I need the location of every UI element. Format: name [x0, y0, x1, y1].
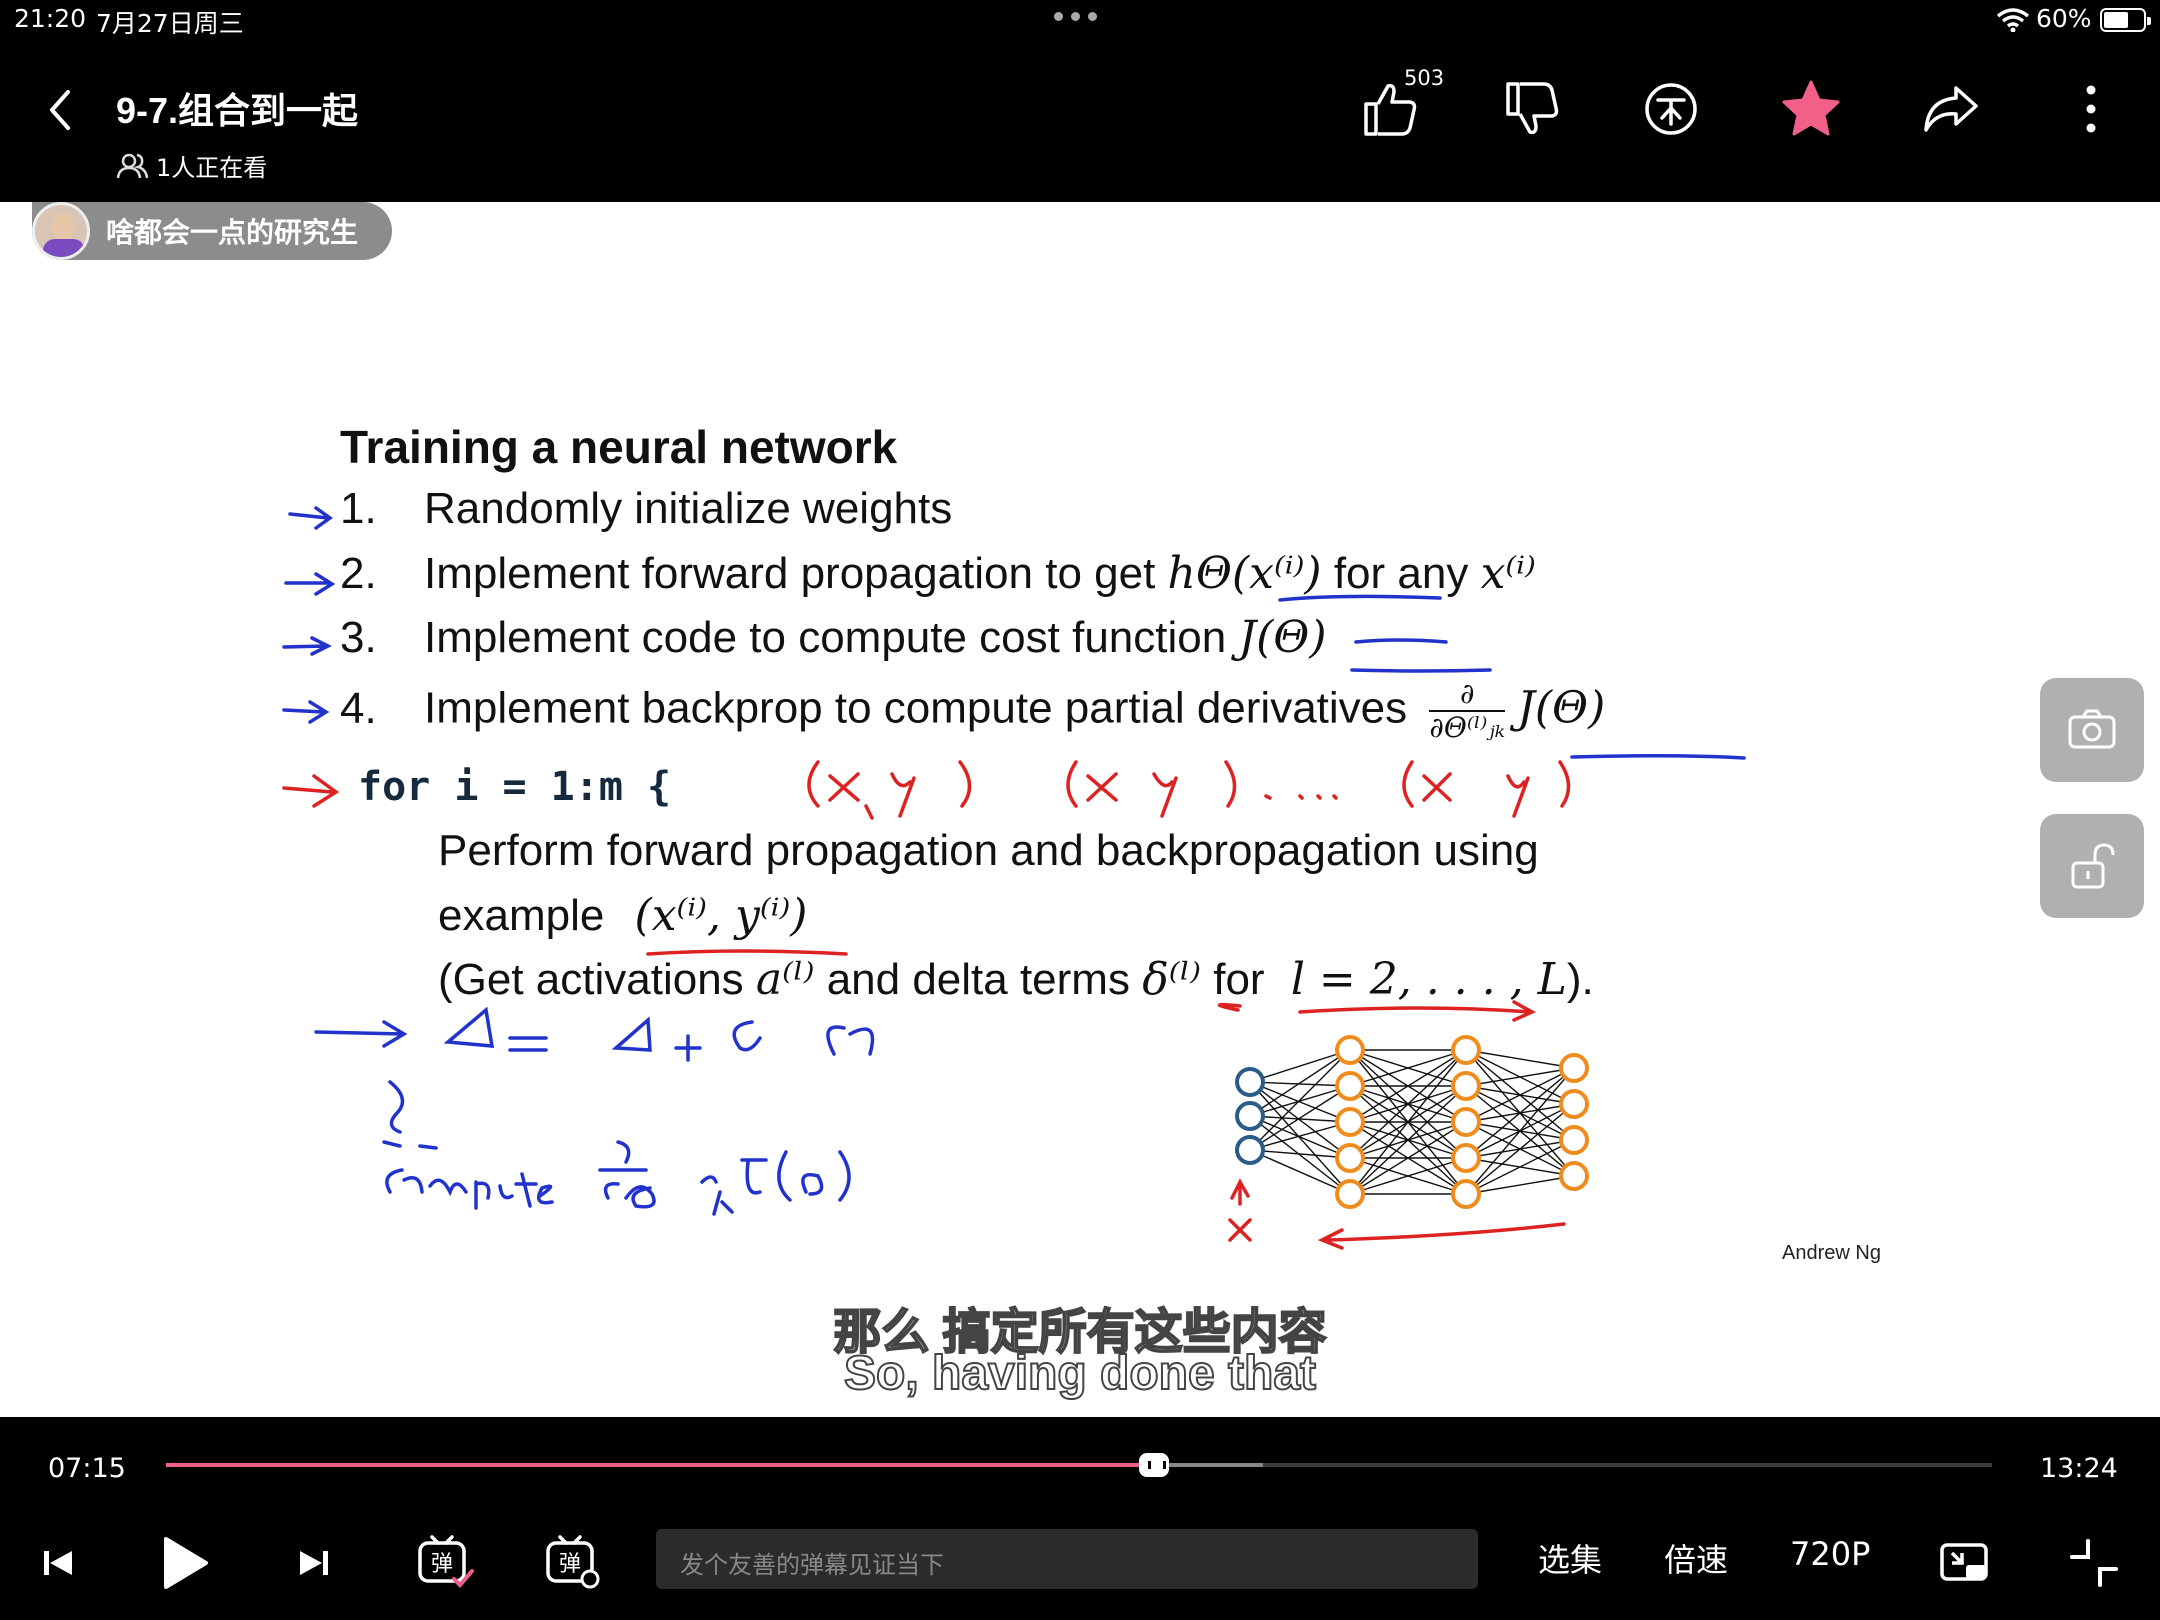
network-node: [1451, 1071, 1481, 1101]
network-node: [1335, 1107, 1365, 1137]
episodes-button[interactable]: 选集: [1538, 1535, 1602, 1581]
seek-bar[interactable]: [166, 1463, 1992, 1467]
camera-icon: [2068, 709, 2116, 749]
network-edge: [1465, 1067, 1575, 1087]
network-node: [1559, 1053, 1589, 1083]
network-edge: [1249, 1081, 1351, 1159]
play-icon[interactable]: [152, 1531, 216, 1595]
viewer-count: 1人正在看: [116, 148, 267, 183]
network-node: [1559, 1089, 1589, 1119]
network-edge: [1465, 1067, 1575, 1159]
played-bar: [166, 1463, 1154, 1467]
unlock-icon: [2071, 843, 2115, 889]
seek-handle[interactable]: [1138, 1453, 1169, 1477]
network-edge: [1465, 1049, 1575, 1069]
total-time: 13:24: [2040, 1453, 2118, 1484]
subtitle-english: So, having done that: [843, 1346, 1317, 1401]
network-edge: [1249, 1081, 1351, 1195]
network-node: [1451, 1107, 1481, 1137]
quality-button[interactable]: 720P: [1790, 1535, 1870, 1573]
network-edge: [1249, 1115, 1351, 1123]
next-icon[interactable]: [286, 1535, 342, 1591]
share-icon[interactable]: [1916, 74, 1986, 144]
network-edge: [1249, 1049, 1351, 1151]
screenshot-button[interactable]: [2040, 678, 2144, 782]
player-controls: 07:15 13:24 弹 弹 发个友善的弹幕见证当下 选集 倍速 720P: [0, 1417, 2160, 1620]
danmaku-settings-icon[interactable]: 弹: [542, 1531, 602, 1591]
dislike-icon[interactable]: [1498, 74, 1568, 144]
network-node: [1235, 1135, 1265, 1165]
network-edge: [1465, 1067, 1575, 1195]
coin-icon[interactable]: [1636, 74, 1706, 144]
back-icon[interactable]: [40, 80, 80, 140]
multitask-dots[interactable]: [1054, 12, 1097, 21]
wifi-icon: [1996, 8, 2030, 32]
handwritten-annotations: [282, 506, 1746, 1250]
network-edge: [1249, 1049, 1351, 1083]
network-node: [1335, 1179, 1365, 1209]
network-node: [1335, 1143, 1365, 1173]
status-bar: 21:20 7月27日周三 60%: [0, 0, 2160, 40]
network-node: [1559, 1161, 1589, 1191]
network-edge: [1249, 1085, 1351, 1151]
svg-text:弹: 弹: [431, 1552, 453, 1577]
speed-button[interactable]: 倍速: [1664, 1535, 1728, 1581]
battery-icon: [2100, 8, 2151, 32]
video-title: 9-7.组合到一起: [116, 90, 359, 131]
network-edge: [1465, 1175, 1575, 1195]
network-node: [1451, 1179, 1481, 1209]
network-node: [1451, 1143, 1481, 1173]
network-node: [1235, 1101, 1265, 1131]
favorite-star-icon[interactable]: [1776, 74, 1846, 144]
network-edge: [1249, 1115, 1351, 1195]
svg-text:弹: 弹: [559, 1552, 581, 1577]
exit-fullscreen-icon[interactable]: [2066, 1535, 2122, 1591]
danmaku-toggle-icon[interactable]: 弹: [414, 1531, 474, 1591]
network-node: [1335, 1035, 1365, 1065]
pip-icon[interactable]: [1936, 1535, 1992, 1591]
video-frame[interactable]: 啥都会一点的研究生 Training a neural network 1. Ra…: [0, 202, 2160, 1417]
previous-icon[interactable]: [30, 1535, 86, 1591]
network-edge: [1465, 1103, 1575, 1195]
like-count: 503: [1404, 66, 1445, 90]
network-edge: [1249, 1085, 1351, 1117]
more-icon[interactable]: [2056, 74, 2126, 144]
danmaku-input[interactable]: 发个友善的弹幕见证当下: [656, 1529, 1478, 1589]
slide-credit: Andrew Ng: [1782, 1242, 1881, 1264]
lock-screen-button[interactable]: [2040, 814, 2144, 918]
network-node: [1451, 1035, 1481, 1065]
status-date: 7月27日周三: [96, 9, 244, 38]
battery-percent: 60%: [2036, 4, 2092, 33]
top-bar: 9-7.组合到一起 1人正在看 503: [0, 40, 2160, 202]
neural-network-diagram: [1235, 1035, 1589, 1209]
network-node: [1235, 1067, 1265, 1097]
current-time: 07:15: [48, 1453, 126, 1484]
network-node: [1559, 1125, 1589, 1155]
network-node: [1335, 1071, 1365, 1101]
people-icon: [116, 153, 149, 178]
viewer-count-text: 1人正在看: [156, 154, 268, 182]
status-time: 21:20: [14, 4, 87, 33]
